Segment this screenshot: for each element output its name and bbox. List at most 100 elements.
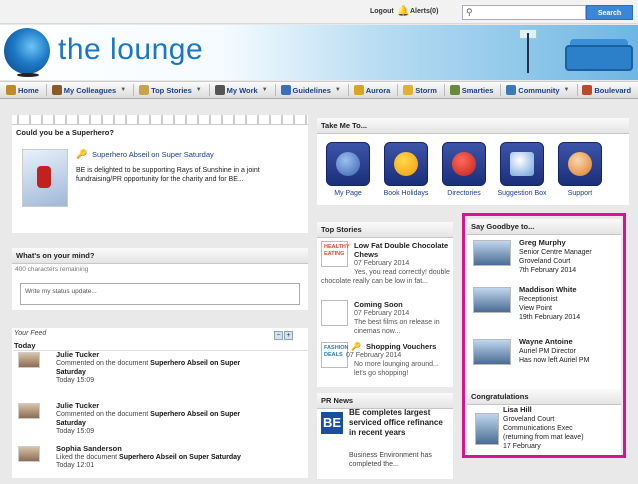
- nav-separator: [347, 84, 349, 96]
- search-button[interactable]: Search: [586, 5, 633, 20]
- nav-label: My Work: [226, 85, 258, 95]
- story-snippet: The best films on release in cinemas now…: [354, 319, 440, 335]
- chevron-down-icon[interactable]: ▼: [120, 87, 126, 93]
- story-image[interactable]: [321, 300, 348, 326]
- alerts-link[interactable]: Alerts(0): [410, 8, 438, 15]
- avatar[interactable]: [18, 446, 40, 462]
- feed-action: Liked the document: [56, 454, 120, 461]
- icon-glyph: [394, 152, 418, 176]
- hero-link[interactable]: Superhero Abseil on Super Saturday: [92, 150, 214, 159]
- story-date: 07 February 2014: [354, 260, 410, 267]
- nav-label: Aurora: [365, 85, 391, 95]
- nav-item-smarties[interactable]: Smarties: [449, 85, 494, 95]
- status-input[interactable]: Write my status update...: [20, 283, 300, 305]
- nav-label: Guidelines: [292, 85, 331, 95]
- avatar[interactable]: [18, 403, 40, 419]
- chevron-down-icon[interactable]: ▼: [335, 87, 341, 93]
- nav-item-aurora[interactable]: Aurora: [353, 85, 391, 95]
- story-image[interactable]: FASHION DEALS: [321, 342, 348, 368]
- quicklink-support[interactable]: Support: [554, 142, 606, 197]
- aurora-icon: [353, 85, 364, 95]
- story-headline[interactable]: Coming Soon: [354, 300, 454, 309]
- nav-separator: [133, 84, 135, 96]
- story-headline[interactable]: Shopping Vouchers: [366, 342, 466, 351]
- nav-item-top-stories[interactable]: Top Stories ▼: [139, 85, 202, 95]
- quicklink-suggestion-box[interactable]: Suggestion Box: [496, 142, 548, 197]
- feed-author[interactable]: Sophia Sanderson: [56, 444, 122, 453]
- quicklink-label: Directories: [447, 190, 481, 197]
- person-name[interactable]: Lisa Hill: [503, 405, 532, 414]
- say-goodbye-panel: Say Goodbye to... Greg Murphy Senior Cent…: [467, 219, 621, 456]
- nav-separator: [274, 84, 276, 96]
- nav-item-storm[interactable]: Storm: [403, 85, 437, 95]
- pr-snippet: Business Environment has completed the..…: [349, 452, 432, 468]
- story-item[interactable]: HEALTHY EATING Low Fat Double Chocolate C…: [321, 241, 453, 296]
- nav-item-home[interactable]: Home: [6, 85, 39, 95]
- key-icon: 🔑: [76, 149, 88, 159]
- superhero-figure: [37, 166, 51, 188]
- superhero-image[interactable]: [22, 149, 68, 207]
- feed-document-link[interactable]: Superhero Abseil on Super Saturday: [119, 454, 241, 461]
- goodbye-text: Maddison White Receptionist View Point 19th…: [519, 285, 580, 322]
- nav-label: Boulevard: [594, 85, 632, 95]
- goodbye-item[interactable]: Greg Murphy Senior Centre Manager Grovelan…: [473, 238, 621, 280]
- quicklink-my-page[interactable]: My Page: [322, 142, 374, 197]
- nav-item-my-work[interactable]: My Work ▼: [214, 85, 268, 95]
- feed-author[interactable]: Julie Tucker: [56, 350, 99, 359]
- nav-item-boulevard[interactable]: Boulevard: [582, 85, 631, 95]
- chevron-down-icon[interactable]: ▼: [196, 87, 202, 93]
- chevron-down-icon[interactable]: ▼: [262, 87, 268, 93]
- avatar[interactable]: [473, 339, 511, 365]
- question-icon[interactable]: [500, 142, 544, 186]
- support-icon[interactable]: [558, 142, 602, 186]
- nav-item-my-colleagues[interactable]: My Colleagues ▼: [51, 85, 126, 95]
- search-input[interactable]: ⚲: [462, 5, 586, 20]
- guidelines-icon: [280, 85, 291, 95]
- goodbye-item[interactable]: Maddison White Receptionist View Point 19th…: [473, 285, 621, 327]
- status-title: What's on your mind?: [12, 248, 308, 264]
- bell-icon[interactable]: 🔔: [397, 6, 409, 17]
- avatar[interactable]: [473, 287, 511, 313]
- quicklink-label: Suggestion Box: [497, 190, 547, 197]
- expand-icon[interactable]: +: [284, 331, 293, 340]
- person-detail: Senior Centre Manager: [519, 249, 592, 256]
- phone-icon[interactable]: [442, 142, 486, 186]
- person-detail: 19th February 2014: [519, 314, 581, 321]
- smarties-icon: [449, 85, 460, 95]
- feed-panel: Your Feed − + Today Julie Tucker Commented…: [12, 328, 308, 478]
- lamp-stand: [527, 33, 529, 73]
- goodbye-item[interactable]: Wayne Antoine Auriel PM Director Has now l…: [473, 337, 621, 379]
- hero-panel: Could you be a Superhero? 🔑 Superhero Ab…: [12, 115, 308, 233]
- person-name[interactable]: Maddison White: [519, 285, 577, 294]
- avatar[interactable]: [18, 352, 40, 368]
- quicklink-book-holidays[interactable]: Book Holidays: [380, 142, 432, 197]
- chevron-down-icon[interactable]: ▼: [564, 87, 570, 93]
- top-bar: Logout 🔔 Alerts(0) ⚲ Search: [0, 0, 638, 24]
- congrats-text: Lisa Hill Groveland Court Communications E…: [503, 405, 584, 451]
- person-detail: (returning from mat leave): [503, 434, 584, 441]
- person-name[interactable]: Greg Murphy: [519, 238, 566, 247]
- site-logo[interactable]: the lounge: [58, 33, 203, 67]
- feed-author[interactable]: Julie Tucker: [56, 401, 99, 410]
- top-stories-title: Top Stories: [317, 222, 453, 238]
- quicklink-directories[interactable]: Directories: [438, 142, 490, 197]
- nav-item-guidelines[interactable]: Guidelines ▼: [280, 85, 341, 95]
- story-headline[interactable]: Low Fat Double Chocolate Chews: [354, 241, 454, 259]
- nav-separator: [208, 84, 210, 96]
- story-image[interactable]: HEALTHY EATING: [321, 241, 350, 267]
- nav-label: Home: [18, 85, 39, 95]
- my-page-icon[interactable]: [326, 142, 370, 186]
- avatar[interactable]: [473, 240, 511, 266]
- congrats-item[interactable]: Lisa Hill Groveland Court Communications E…: [473, 405, 621, 453]
- nav-item-community[interactable]: Community ▼: [506, 85, 570, 95]
- person-name[interactable]: Wayne Antoine: [519, 337, 573, 346]
- avatar[interactable]: [475, 413, 499, 445]
- pr-headline[interactable]: BE completes largest serviced office ref…: [349, 408, 449, 438]
- logout-link[interactable]: Logout: [370, 8, 394, 15]
- sun-icon[interactable]: [384, 142, 428, 186]
- person-detail: Groveland Court: [503, 416, 555, 423]
- story-item[interactable]: FASHION DEALS 🔑 Shopping Vouchers 07 Februa…: [321, 342, 453, 397]
- nav-label: Smarties: [461, 85, 494, 95]
- collapse-icon[interactable]: −: [274, 331, 283, 340]
- boulevard-icon: [582, 85, 593, 95]
